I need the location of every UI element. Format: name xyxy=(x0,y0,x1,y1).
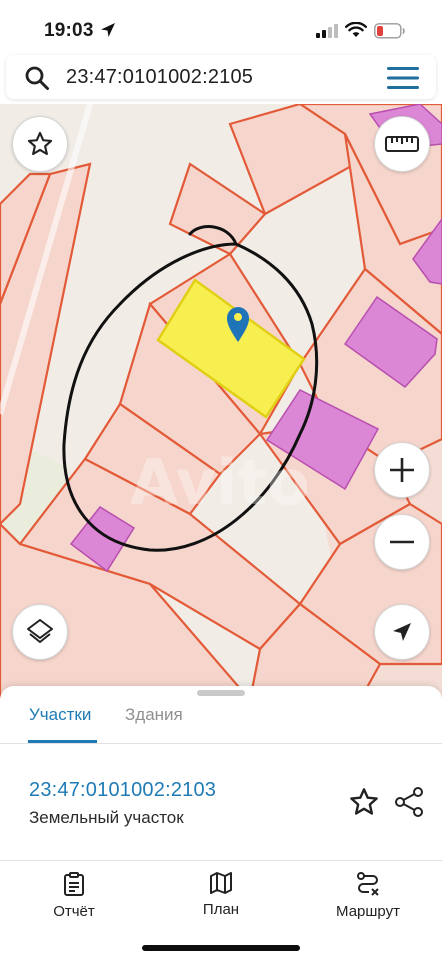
list-divider xyxy=(0,860,442,861)
search-icon[interactable] xyxy=(24,65,50,91)
zoom-in-button[interactable] xyxy=(374,442,430,498)
route-icon xyxy=(357,872,379,896)
layers-icon xyxy=(27,619,53,643)
map-canvas[interactable]: Avito xyxy=(0,104,442,700)
cellular-signal-icon xyxy=(316,24,338,38)
layers-button[interactable] xyxy=(12,604,68,660)
tab-buildings[interactable]: Здания xyxy=(125,705,183,725)
status-bar: 19:03 xyxy=(0,0,442,50)
nav-plan[interactable]: План xyxy=(171,872,271,918)
tabs-divider xyxy=(0,743,442,744)
nav-route[interactable]: Маршрут xyxy=(318,872,418,920)
parcel-type: Земельный участок xyxy=(29,808,184,827)
cadastral-map[interactable]: Avito xyxy=(0,104,442,700)
star-icon xyxy=(27,131,53,156)
nav-plan-label: План xyxy=(202,901,240,918)
nav-report[interactable]: Отчёт xyxy=(24,872,124,920)
watermark-text: Avito xyxy=(130,446,310,519)
nav-report-label: Отчёт xyxy=(53,903,95,920)
status-time: 19:03 xyxy=(44,20,94,41)
location-arrow-icon xyxy=(101,23,115,37)
menu-icon[interactable] xyxy=(387,67,419,89)
zoom-out-button[interactable] xyxy=(374,514,430,570)
parcel-number-link[interactable]: 23:47:0101002:2103 xyxy=(29,779,216,802)
navigation-arrow-icon xyxy=(393,623,411,641)
plus-icon xyxy=(390,458,414,482)
search-input[interactable]: 23:47:0101002:2105 xyxy=(66,66,253,89)
wifi-icon xyxy=(345,22,367,37)
ruler-icon xyxy=(385,136,419,152)
my-location-button[interactable] xyxy=(374,604,430,660)
map-icon xyxy=(210,872,232,894)
share-icon[interactable] xyxy=(392,785,426,819)
tab-parcels[interactable]: Участки xyxy=(29,705,91,725)
ruler-button[interactable] xyxy=(374,116,430,172)
favorite-map-button[interactable] xyxy=(12,116,68,172)
favorite-star-icon[interactable] xyxy=(348,786,380,818)
home-indicator[interactable] xyxy=(142,945,300,951)
minus-icon xyxy=(390,540,414,544)
clipboard-icon xyxy=(64,872,84,896)
battery-icon xyxy=(374,23,405,39)
bottom-sheet[interactable]: Участки Здания 23:47:0101002:2103 Земель… xyxy=(0,686,442,960)
nav-route-label: Маршрут xyxy=(336,903,400,920)
search-bar[interactable]: 23:47:0101002:2105 xyxy=(6,55,436,99)
sheet-grabber[interactable] xyxy=(197,690,245,696)
